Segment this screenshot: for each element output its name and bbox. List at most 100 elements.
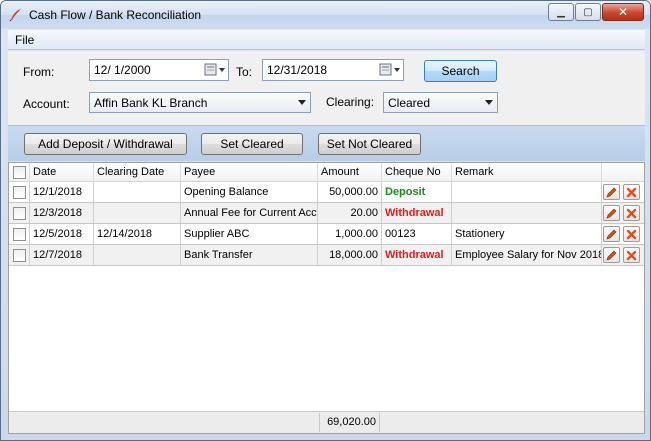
row-checkbox[interactable] [13, 249, 26, 262]
delete-x-icon [626, 187, 637, 197]
calendar-icon[interactable] [379, 62, 401, 78]
delete-button[interactable] [623, 247, 640, 263]
row-checkbox[interactable] [13, 186, 26, 199]
delete-x-icon [626, 208, 637, 218]
pencil-icon [606, 229, 617, 239]
column-header-clearing-date[interactable]: Clearing Date [94, 163, 181, 182]
pencil-icon [606, 250, 617, 260]
edit-button[interactable] [603, 184, 620, 200]
cell-cheque-no: 00123 [382, 224, 452, 244]
edit-button[interactable] [603, 205, 620, 221]
cell-remark: Stationery [452, 224, 602, 244]
cell-payee: Bank Transfer [181, 245, 318, 265]
amount-total: 69,020.00 [319, 413, 380, 432]
column-header-cheque-no[interactable]: Cheque No [382, 163, 452, 182]
column-header-date[interactable]: Date [30, 163, 94, 182]
cell-date: 12/3/2018 [30, 203, 94, 223]
clearing-value: Cleared [388, 96, 431, 110]
cell-amount: 50,000.00 [318, 182, 382, 202]
close-icon: ✕ [617, 5, 629, 19]
row-select-cell [9, 203, 30, 223]
maximize-button[interactable]: ▢ [575, 3, 601, 21]
cell-remark [452, 182, 602, 202]
to-date-field[interactable]: 12/31/2018 [262, 59, 404, 81]
column-header-payee[interactable]: Payee [181, 163, 318, 182]
table-row[interactable]: 12/7/2018 Bank Transfer 18,000.00 Withdr… [9, 245, 644, 266]
row-select-cell [9, 245, 30, 265]
app-window: Cash Flow / Bank Reconciliation ▁ ▢ ✕ Fi… [0, 0, 651, 441]
chevron-down-icon [485, 100, 493, 105]
row-select-cell [9, 224, 30, 244]
action-bar: Add Deposit / Withdrawal Set Cleared Set… [8, 125, 645, 161]
edit-button[interactable] [603, 226, 620, 242]
edit-button[interactable] [603, 247, 620, 263]
from-date-value: 12/ 1/2000 [94, 63, 151, 77]
set-not-cleared-button[interactable]: Set Not Cleared [318, 133, 421, 155]
delete-button[interactable] [623, 226, 640, 242]
calendar-icon[interactable] [204, 62, 226, 78]
column-header-amount[interactable]: Amount [318, 163, 382, 182]
cell-cheque-no: Withdrawal [382, 245, 452, 265]
cell-remark [452, 203, 602, 223]
select-all-checkbox[interactable] [13, 166, 26, 179]
minimize-button[interactable]: ▁ [548, 3, 574, 21]
cell-clearing-date: 12/14/2018 [94, 224, 181, 244]
delete-button[interactable] [623, 184, 640, 200]
cell-cheque-no: Withdrawal [382, 203, 452, 223]
cell-payee: Annual Fee for Current Acc [181, 203, 318, 223]
table-row[interactable]: 12/5/2018 12/14/2018 Supplier ABC 1,000.… [9, 224, 644, 245]
account-label: Account: [23, 97, 70, 111]
from-date-field[interactable]: 12/ 1/2000 [89, 59, 229, 81]
select-all-cell [9, 163, 30, 182]
title-bar: Cash Flow / Bank Reconciliation ▁ ▢ ✕ [1, 1, 650, 29]
account-select[interactable]: Affin Bank KL Branch [89, 92, 311, 113]
account-value: Affin Bank KL Branch [94, 96, 208, 110]
cell-amount: 18,000.00 [318, 245, 382, 265]
column-header-remark[interactable]: Remark [452, 163, 602, 182]
chevron-down-icon [298, 100, 306, 105]
close-button[interactable]: ✕ [602, 3, 644, 21]
pencil-icon [606, 208, 617, 218]
cell-payee: Opening Balance [181, 182, 318, 202]
row-select-cell [9, 182, 30, 202]
from-label: From: [23, 65, 55, 79]
cell-date: 12/7/2018 [30, 245, 94, 265]
cell-payee: Supplier ABC [181, 224, 318, 244]
filter-panel: From: 12/ 1/2000 To: 12/31/2018 Search A… [8, 51, 645, 125]
cell-actions [602, 224, 644, 244]
cell-clearing-date [94, 203, 181, 223]
to-label: To: [236, 65, 253, 79]
cell-clearing-date [94, 182, 181, 202]
row-checkbox[interactable] [13, 228, 26, 241]
delete-button[interactable] [623, 205, 640, 221]
cell-actions [602, 245, 644, 265]
cell-cheque-no: Deposit [382, 182, 452, 202]
search-button[interactable]: Search [424, 60, 497, 82]
grid-footer: 69,020.00 [9, 411, 644, 433]
cell-amount: 1,000.00 [318, 224, 382, 244]
cell-actions [602, 203, 644, 223]
cell-date: 12/5/2018 [30, 224, 94, 244]
set-cleared-button[interactable]: Set Cleared [201, 133, 303, 155]
cell-amount: 20.00 [318, 203, 382, 223]
delete-x-icon [626, 229, 637, 239]
cell-date: 12/1/2018 [30, 182, 94, 202]
menu-file[interactable]: File [15, 33, 34, 47]
transactions-grid: Date Clearing Date Payee Amount Cheque N… [8, 162, 645, 434]
add-deposit-withdrawal-button[interactable]: Add Deposit / Withdrawal [24, 133, 187, 155]
delete-x-icon [626, 250, 637, 260]
row-checkbox[interactable] [13, 207, 26, 220]
table-row[interactable]: 12/3/2018 Annual Fee for Current Acc 20.… [9, 203, 644, 224]
clearing-label: Clearing: [326, 95, 375, 109]
table-row[interactable]: 12/1/2018 Opening Balance 50,000.00 Depo… [9, 182, 644, 203]
column-header-actions [602, 163, 644, 182]
cell-remark: Employee Salary for Nov 2018 [452, 245, 602, 265]
window-title: Cash Flow / Bank Reconciliation [29, 8, 202, 22]
minimize-icon: ▁ [557, 6, 565, 18]
grid-header: Date Clearing Date Payee Amount Cheque N… [9, 163, 644, 182]
to-date-value: 12/31/2018 [267, 63, 328, 77]
pencil-icon [606, 187, 617, 197]
menu-bar: File [8, 30, 645, 50]
feather-icon [9, 8, 23, 22]
clearing-select[interactable]: Cleared [383, 92, 498, 113]
